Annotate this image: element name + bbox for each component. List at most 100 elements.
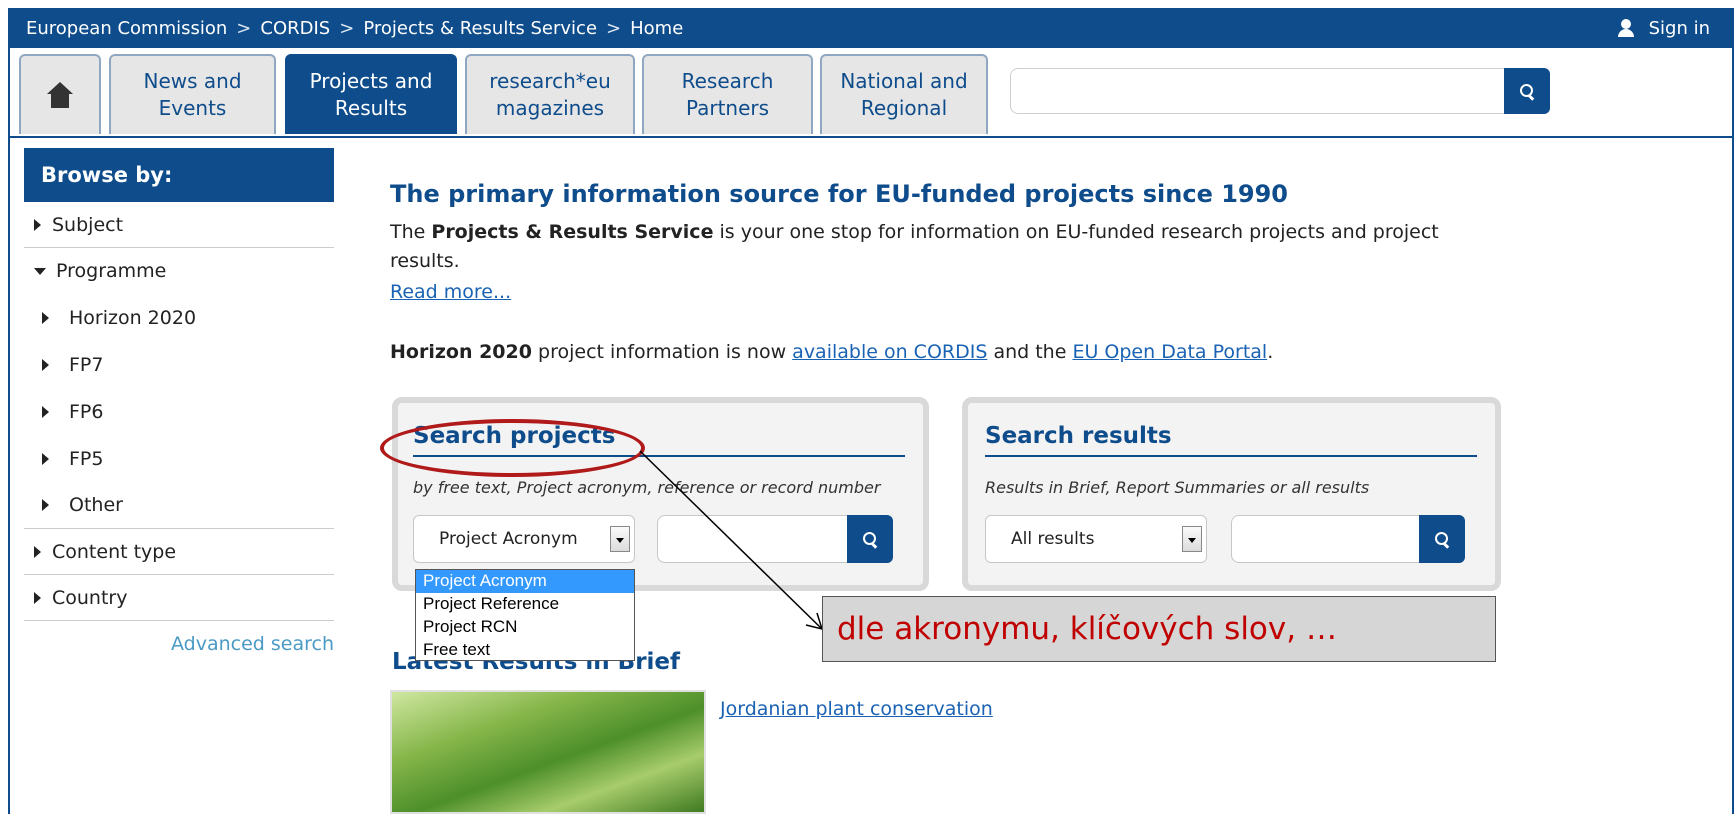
breadcrumb-home: Home [630,17,684,39]
tab-label-line1: National and [840,69,968,93]
tab-label-line1: Projects and [309,69,433,93]
project-search-type-options: Project Acronym Project Reference Projec… [415,569,635,661]
eu-open-data-portal-link[interactable]: EU Open Data Portal [1072,341,1267,363]
sidebar-subitem-fp7[interactable]: FP7 [24,341,334,388]
tab-national-and-regional[interactable]: National and Regional [820,54,988,134]
dropdown-option-project-acronym[interactable]: Project Acronym [416,570,634,593]
tab-label-line2: Regional [860,96,948,120]
breadcrumb-cordis[interactable]: CORDIS [260,18,330,39]
browse-sidebar: Browse by: Subject Programme Horizon 202… [24,148,334,655]
sidebar-item-label: Other [69,494,123,516]
chevron-down-icon[interactable] [610,526,630,552]
sidebar-item-label: FP7 [69,353,104,376]
intro-paragraph: The Projects & Results Service is your o… [390,218,1510,276]
breadcrumb: European Commission > CORDIS > Projects … [26,18,683,39]
results-search-input[interactable] [1231,515,1419,563]
breadcrumb-projects-results[interactable]: Projects & Results Service [363,18,597,39]
sidebar-item-country[interactable]: Country [24,575,334,621]
dropdown-option-free-text[interactable]: Free text [416,639,634,662]
notice-text: . [1267,341,1274,363]
page-headline: The primary information source for EU-fu… [390,180,1289,208]
results-search-button[interactable] [1419,515,1465,563]
tab-label-line1: Research [681,69,774,93]
dropdown-option-project-reference[interactable]: Project Reference [416,593,634,616]
site-search-input[interactable] [1010,68,1504,114]
notice-text: project information is now [531,341,793,363]
tab-label-line1: News and [143,69,242,93]
site-search-button[interactable] [1504,68,1550,114]
notice-bold: Horizon 2020 [390,341,532,363]
sidebar-item-label: Programme [56,260,167,282]
caret-right-icon [42,499,49,511]
sidebar-item-label: Country [52,586,128,609]
sidebar-item-subject[interactable]: Subject [24,202,334,248]
sidebar-item-label: Subject [52,213,124,236]
search-results-panel: Search results Results in Brief, Report … [962,397,1501,591]
advanced-search-link[interactable]: Advanced search [24,621,334,655]
select-value: Project Acronym [439,529,578,549]
read-more-link[interactable]: Read more... [390,281,511,303]
sidebar-item-label: Horizon 2020 [69,306,197,329]
tab-home[interactable] [19,54,101,134]
breadcrumb-separator: > [236,17,252,39]
sign-in-link[interactable]: Sign in [1617,8,1710,48]
search-icon [862,531,878,547]
search-icon [1519,83,1535,99]
select-value: All results [1011,529,1095,549]
caret-right-icon [34,591,41,604]
tab-label-line2: Partners [685,96,770,120]
sidebar-item-label: Content type [52,540,177,563]
sidebar-subitem-fp6[interactable]: FP6 [24,388,334,435]
tab-label-line2: Results [334,96,408,120]
annotation-callout: dle akronymu, klíčových slov, … [822,596,1496,662]
caret-right-icon [42,452,49,465]
dropdown-option-project-rcn[interactable]: Project RCN [416,616,634,639]
tab-label-line2: magazines [495,96,605,120]
tab-label-line1: research*eu [489,69,611,93]
tab-projects-and-results[interactable]: Projects and Results [285,54,457,134]
caret-right-icon [34,545,41,558]
latest-article-link[interactable]: Jordanian plant conservation [720,698,993,720]
sidebar-subitem-other[interactable]: Other [24,482,334,529]
sidebar-item-label: FP5 [69,447,104,470]
intro-text: The [390,221,432,243]
article-thumbnail[interactable] [390,690,706,814]
sidebar-subitem-fp5[interactable]: FP5 [24,435,334,482]
project-search-input[interactable] [657,515,847,563]
browse-by-heading: Browse by: [24,148,334,202]
available-on-cordis-link[interactable]: available on CORDIS [792,341,987,363]
search-projects-subtitle: by free text, Project acronym, reference… [413,478,881,497]
sidebar-item-label: FP6 [69,400,104,423]
search-results-title: Search results [985,423,1477,457]
main-navigation: News and Events Projects and Results resea… [10,48,1732,138]
annotation-ellipse [380,419,645,477]
project-search-type-select[interactable]: Project Acronym [413,515,635,563]
sign-in-label: Sign in [1648,17,1710,39]
breadcrumb-separator: > [339,17,355,39]
home-icon [47,82,73,108]
caret-right-icon [42,311,49,324]
caret-right-icon [42,405,49,418]
tab-news-and-events[interactable]: News and Events [109,54,276,134]
top-bar: European Commission > CORDIS > Projects … [10,8,1732,48]
horizon-2020-notice: Horizon 2020 project information is now … [390,341,1510,363]
sidebar-item-programme[interactable]: Programme [24,248,334,294]
tab-research-eu-magazines[interactable]: research*eu magazines [465,54,635,134]
notice-text: and the [987,341,1073,363]
caret-right-icon [34,218,41,231]
caret-down-icon [34,267,46,275]
sidebar-subitem-horizon-2020[interactable]: Horizon 2020 [24,294,334,341]
search-results-subtitle: Results in Brief, Report Summaries or al… [985,478,1370,497]
tab-research-partners[interactable]: Research Partners [642,54,813,134]
chevron-down-icon[interactable] [1182,526,1202,552]
project-search-button[interactable] [847,515,893,563]
user-icon [1617,19,1635,37]
search-icon [1434,531,1450,547]
caret-right-icon [42,358,49,371]
results-type-select[interactable]: All results [985,515,1207,563]
intro-bold: Projects & Results Service [431,221,714,243]
breadcrumb-separator: > [606,17,622,39]
sidebar-item-content-type[interactable]: Content type [24,529,334,575]
breadcrumb-european-commission[interactable]: European Commission [26,18,227,39]
main-content: The primary information source for EU-fu… [390,168,1510,363]
